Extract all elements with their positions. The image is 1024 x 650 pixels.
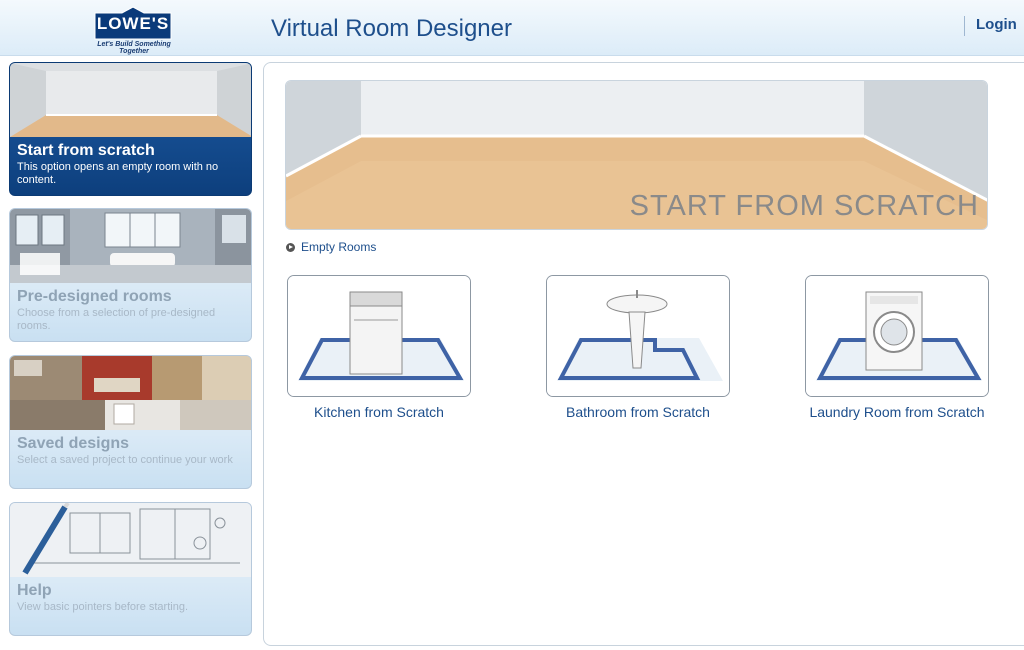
active-pointer — [252, 121, 263, 137]
room-option-label: Bathroom from Scratch — [566, 404, 710, 420]
sidebar-item-pre-designed-rooms[interactable]: Pre-designed rooms Choose from a selecti… — [9, 208, 252, 342]
sidebar-item-title: Help — [17, 582, 52, 599]
main-panel: START FROM SCRATCH Empty Rooms Kitchen f… — [263, 62, 1024, 646]
laundry-floorplan-icon — [806, 276, 988, 396]
logo-tagline: Let's Build Something Together — [97, 41, 171, 55]
sidebar-item-title: Pre-designed rooms — [17, 288, 172, 305]
saved-designs-collage-thumbnail — [10, 356, 251, 430]
hero-caption: START FROM SCRATCH — [629, 190, 979, 222]
room-option-laundry[interactable]: Laundry Room from Scratch — [805, 275, 989, 420]
sidebar-item-saved-designs[interactable]: Saved designs Select a saved project to … — [9, 355, 252, 489]
hero-banner: START FROM SCRATCH — [285, 80, 988, 230]
app-header: LOWE'S Let's Build Something Together Vi… — [0, 0, 1024, 56]
bathroom-thumbnail — [10, 209, 251, 283]
sidebar-item-description: Select a saved project to continue your … — [17, 454, 233, 466]
sidebar-item-description: This option opens an empty room with no … — [17, 161, 219, 186]
empty-room-thumbnail — [10, 63, 251, 137]
bathroom-floorplan-icon — [547, 276, 729, 396]
page-title: Virtual Room Designer — [271, 15, 512, 42]
empty-rooms-link[interactable]: Empty Rooms — [286, 240, 376, 254]
sidebar-item-help[interactable]: Help View basic pointers before starting… — [9, 502, 252, 636]
sidebar-item-title: Start from scratch — [17, 142, 155, 159]
bullet-arrow-icon — [286, 242, 295, 252]
sidebar-item-title: Saved designs — [17, 435, 130, 452]
room-thumbnail-box — [805, 275, 989, 397]
room-option-kitchen[interactable]: Kitchen from Scratch — [287, 275, 471, 420]
room-option-bathroom[interactable]: Bathroom from Scratch — [546, 275, 730, 420]
room-thumbnail-box — [287, 275, 471, 397]
empty-rooms-label: Empty Rooms — [301, 240, 377, 254]
lowes-logo[interactable]: LOWE'S Let's Build Something Together — [86, 6, 182, 55]
login-link[interactable]: Login — [976, 16, 1017, 33]
divider — [964, 16, 965, 36]
blueprint-thumbnail — [10, 503, 251, 577]
room-option-label: Kitchen from Scratch — [314, 404, 444, 420]
kitchen-floorplan-icon — [288, 276, 470, 396]
logo-wordmark: LOWE'S — [96, 14, 170, 33]
sidebar-item-start-from-scratch[interactable]: Start from scratch This option opens an … — [9, 62, 252, 196]
room-thumbnail-box — [546, 275, 730, 397]
room-option-label: Laundry Room from Scratch — [809, 404, 985, 420]
sidebar-item-description: Choose from a selection of pre-designed … — [17, 307, 216, 332]
sidebar-item-description: View basic pointers before starting. — [17, 601, 188, 613]
